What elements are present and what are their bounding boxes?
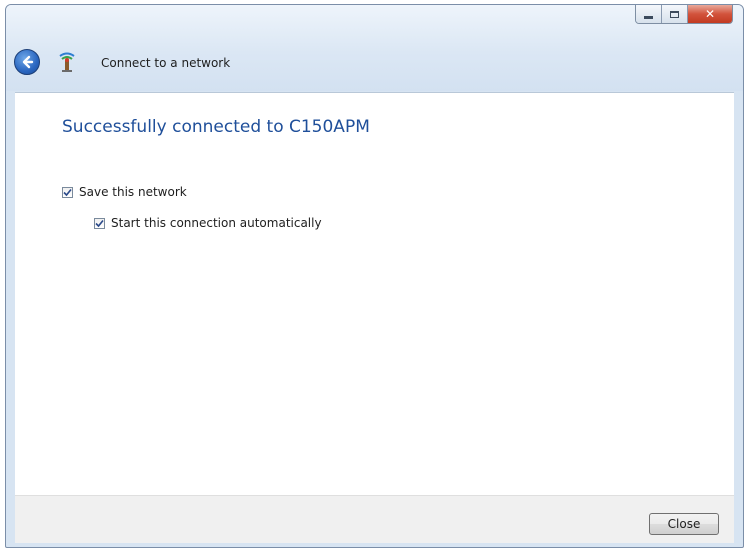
close-window-button[interactable]: ✕ [688,5,732,23]
save-network-label: Save this network [79,185,187,199]
auto-connect-label: Start this connection automatically [111,216,322,230]
auto-connect-checkbox[interactable] [94,217,105,229]
minimize-button[interactable] [636,5,662,23]
minimize-icon [644,15,653,19]
checkmark-icon [63,188,72,196]
window-chrome: ✕ Connect to a network [6,5,743,91]
close-icon: ✕ [704,7,716,21]
maximize-icon [670,10,679,18]
window-controls: ✕ [635,5,733,24]
back-button[interactable] [14,49,40,75]
content-panel: Successfully connected to C150APM Save t… [15,92,734,495]
network-icon [59,52,75,72]
save-network-option[interactable]: Save this network [62,185,187,199]
dialog-window: ✕ Connect to a network Successfully conn… [5,4,744,548]
dialog-footer: Close [15,495,734,543]
auto-connect-option[interactable]: Start this connection automatically [94,216,322,230]
maximize-button[interactable] [662,5,688,23]
window-title: Connect to a network [101,56,231,70]
status-heading: Successfully connected to C150APM [62,117,370,137]
back-arrow-icon [22,55,34,69]
save-network-checkbox[interactable] [62,186,73,198]
close-button[interactable]: Close [649,513,719,535]
checkmark-icon [95,219,104,227]
